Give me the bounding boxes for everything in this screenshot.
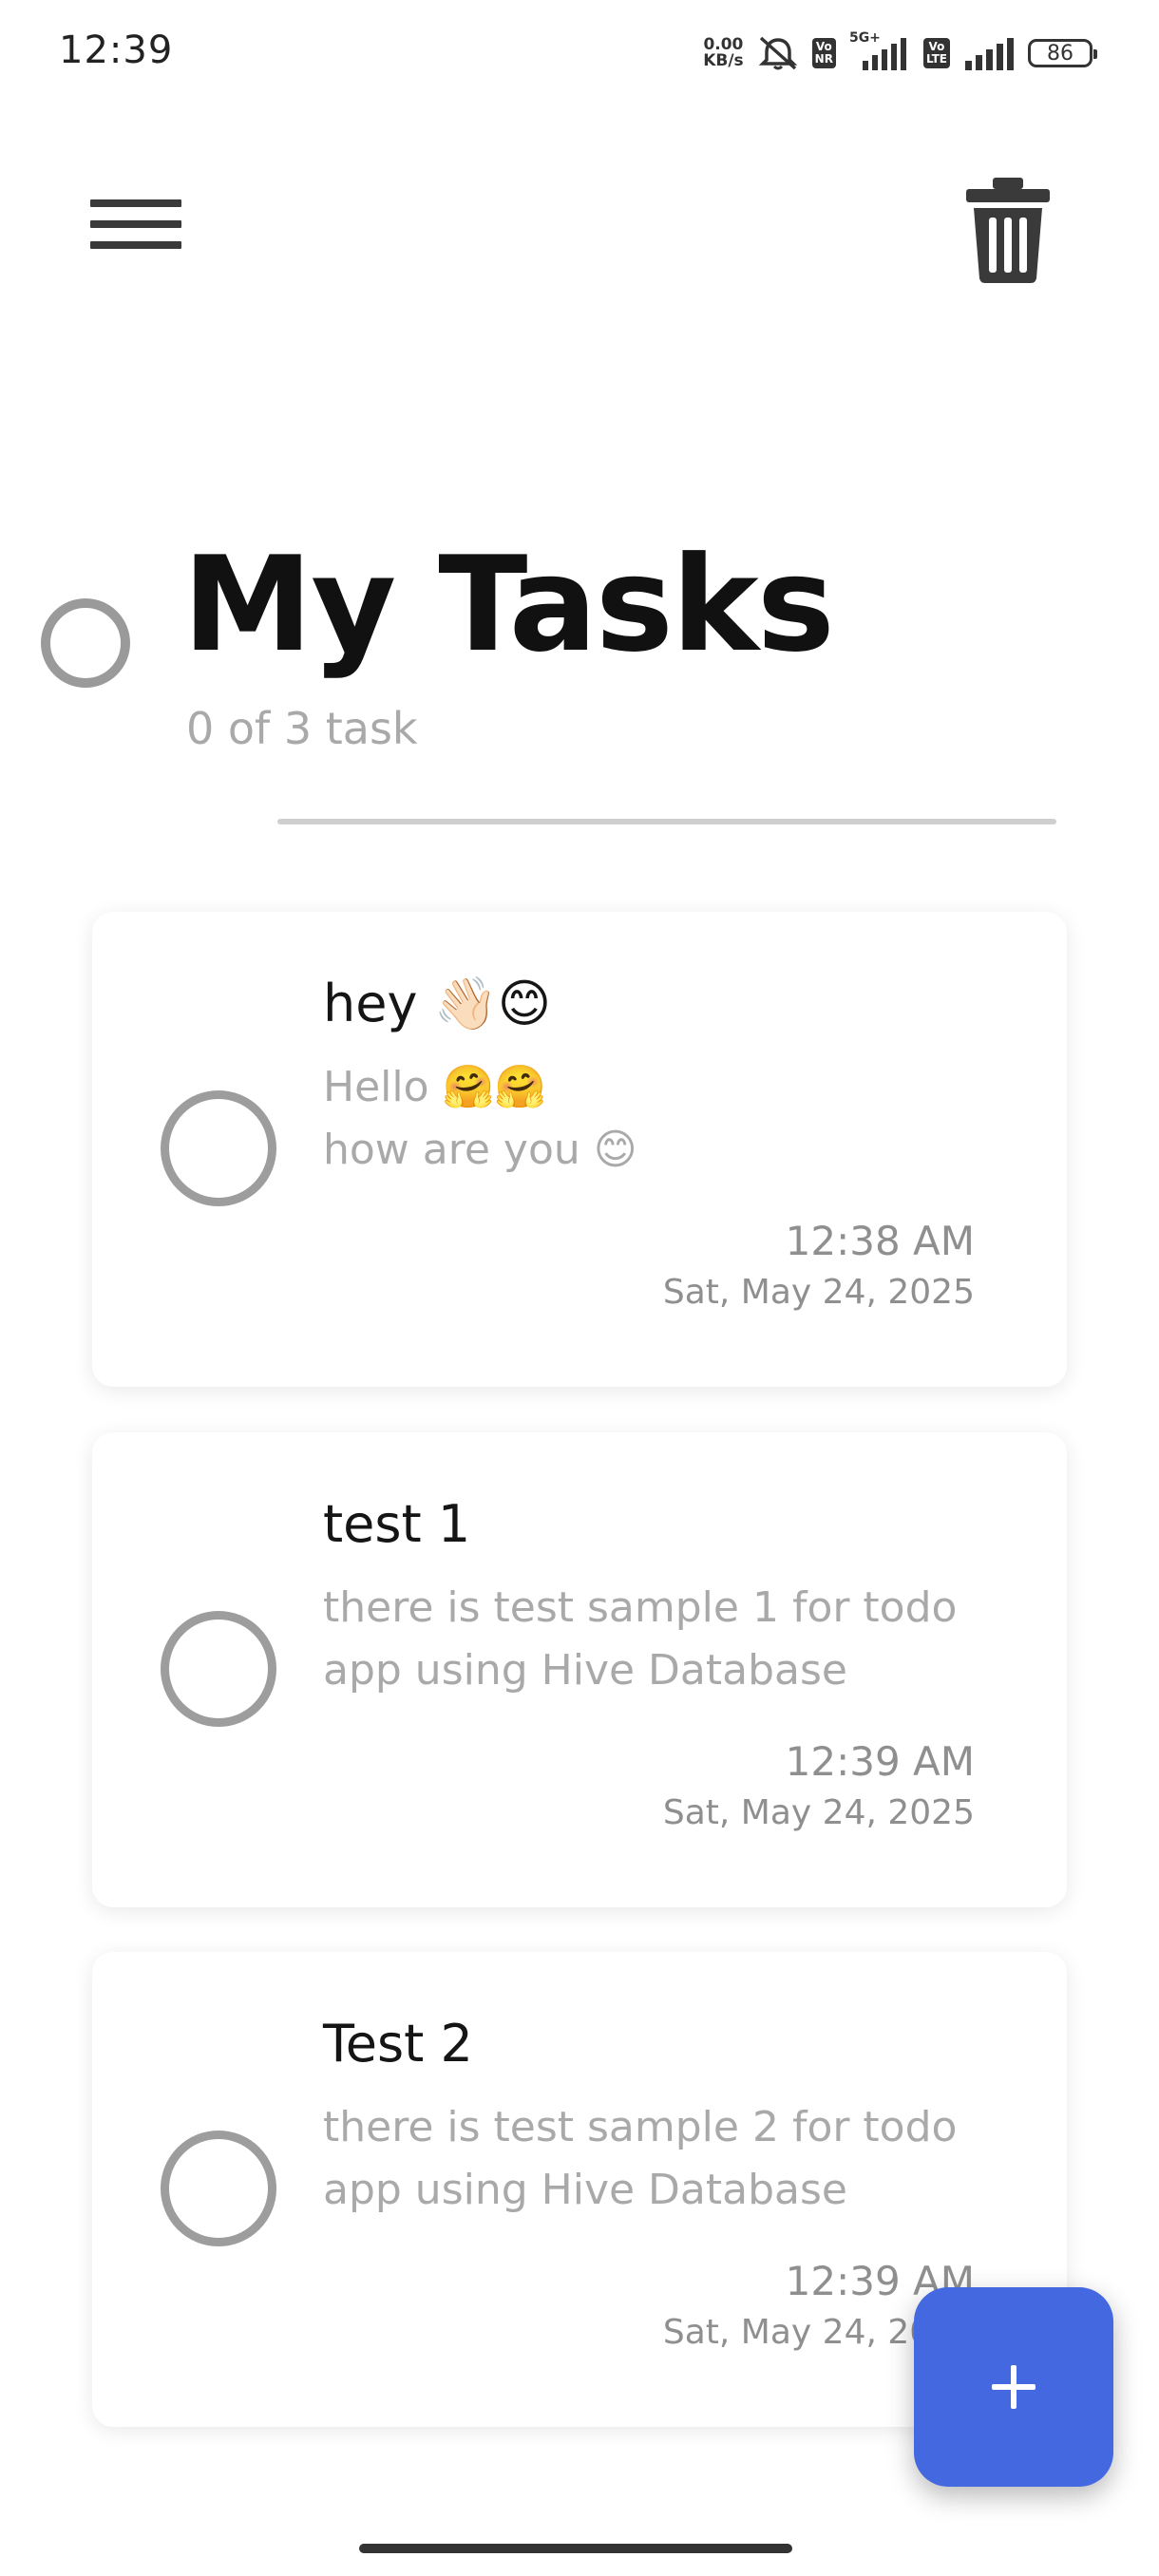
battery-level: 86 xyxy=(1047,41,1074,66)
menu-line xyxy=(90,199,181,207)
network-speed: 0.00 KB/s xyxy=(703,37,743,69)
progress-bar xyxy=(277,819,1056,824)
battery-icon: 86 xyxy=(1028,39,1097,67)
home-indicator[interactable] xyxy=(359,2544,792,2553)
menu-line xyxy=(90,241,181,249)
task-date: Sat, May 24, 2025 xyxy=(662,1273,975,1312)
task-title: hey 👋🏻😊 xyxy=(323,974,552,1033)
page-title: My Tasks xyxy=(182,528,835,681)
task-time: 12:39 AM xyxy=(785,1738,975,1785)
header-progress-circle xyxy=(41,598,130,688)
status-time: 12:39 xyxy=(59,28,174,72)
task-checkbox[interactable] xyxy=(161,1090,276,1206)
menu-line xyxy=(90,220,181,228)
vonr-badge-bottom: NR xyxy=(814,52,833,66)
task-title: Test 2 xyxy=(323,2014,473,2074)
add-task-button[interactable] xyxy=(914,2287,1113,2487)
volte-badge-bottom: LTE xyxy=(925,52,947,66)
task-checkbox[interactable] xyxy=(161,1611,276,1727)
signal-icon xyxy=(965,38,1014,70)
network-type-label: 5G+ xyxy=(848,30,881,46)
task-description: there is test sample 2 for todo app usin… xyxy=(323,2103,958,2214)
trash-icon[interactable] xyxy=(964,176,1052,285)
plus-icon xyxy=(992,2365,1036,2409)
task-time: 12:38 AM xyxy=(785,1218,975,1264)
volte-badge: Vo LTE xyxy=(922,38,950,68)
task-card[interactable]: test 1 there is test sample 1 for todo a… xyxy=(92,1432,1067,1907)
task-title: test 1 xyxy=(323,1494,471,1554)
alarm-off-icon xyxy=(758,36,797,70)
task-count: 0 of 3 task xyxy=(186,703,418,754)
task-description: there is test sample 1 for todo app usin… xyxy=(323,1583,958,1695)
hamburger-menu-icon[interactable] xyxy=(90,190,181,258)
task-date: Sat, May 24, 2025 xyxy=(662,1793,975,1832)
status-bar: 12:39 0.00 KB/s Vo NR 5G+ Vo LTE 86 xyxy=(0,0,1159,104)
task-checkbox[interactable] xyxy=(161,2131,276,2246)
task-card[interactable]: hey 👋🏻😊 Hello 🤗🤗 how are you 😊 12:38 AM … xyxy=(92,912,1067,1387)
vonr-badge: Vo NR xyxy=(811,38,836,68)
task-description: Hello 🤗🤗 how are you 😊 xyxy=(323,1063,637,1174)
status-icons: 0.00 KB/s Vo NR 5G+ Vo LTE 86 xyxy=(703,30,1097,74)
network-speed-unit: KB/s xyxy=(703,51,744,70)
signal-5g: 5G+ xyxy=(849,30,910,72)
